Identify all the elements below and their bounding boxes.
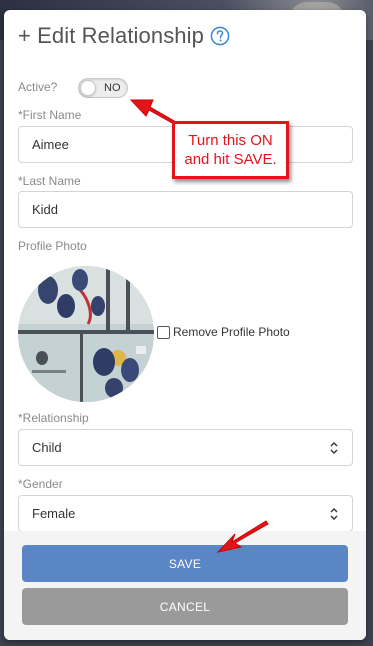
relationship-label: *Relationship: [18, 411, 89, 425]
edit-relationship-modal: + Edit Relationship Active? NO *First Na…: [4, 10, 366, 640]
gender-value: Female: [32, 506, 76, 521]
modal-footer: SAVE CANCEL: [4, 531, 366, 640]
active-label: Active?: [18, 80, 58, 94]
toggle-state-text: NO: [104, 82, 121, 94]
relationship-value: Child: [32, 440, 62, 455]
modal-title: + Edit Relationship: [18, 23, 230, 49]
profile-photo-label: Profile Photo: [18, 239, 87, 253]
last-name-input[interactable]: [18, 191, 353, 228]
profile-photo: [18, 266, 154, 402]
gender-select[interactable]: Female: [18, 495, 353, 532]
active-toggle[interactable]: NO: [78, 78, 128, 98]
toggle-knob: [80, 80, 96, 96]
last-name-label: *Last Name: [18, 174, 81, 188]
save-button[interactable]: SAVE: [22, 545, 348, 582]
first-name-label: *First Name: [18, 108, 82, 122]
help-circle-icon[interactable]: [210, 26, 230, 46]
callout-line2: and hit SAVE.: [184, 151, 277, 168]
remove-photo-checkbox[interactable]: [157, 325, 170, 339]
chevron-updown-icon: [330, 441, 338, 454]
modal-title-text: + Edit Relationship: [18, 23, 204, 48]
gender-label: *Gender: [18, 477, 63, 491]
cancel-button[interactable]: CANCEL: [22, 588, 348, 625]
remove-photo-row: Remove Profile Photo: [157, 325, 290, 339]
relationship-select[interactable]: Child: [18, 429, 353, 466]
chevron-updown-icon: [330, 507, 338, 520]
remove-photo-label[interactable]: Remove Profile Photo: [173, 325, 290, 339]
callout-line1: Turn this ON: [188, 132, 273, 149]
annotation-callout: Turn this ON and hit SAVE.: [172, 121, 289, 179]
